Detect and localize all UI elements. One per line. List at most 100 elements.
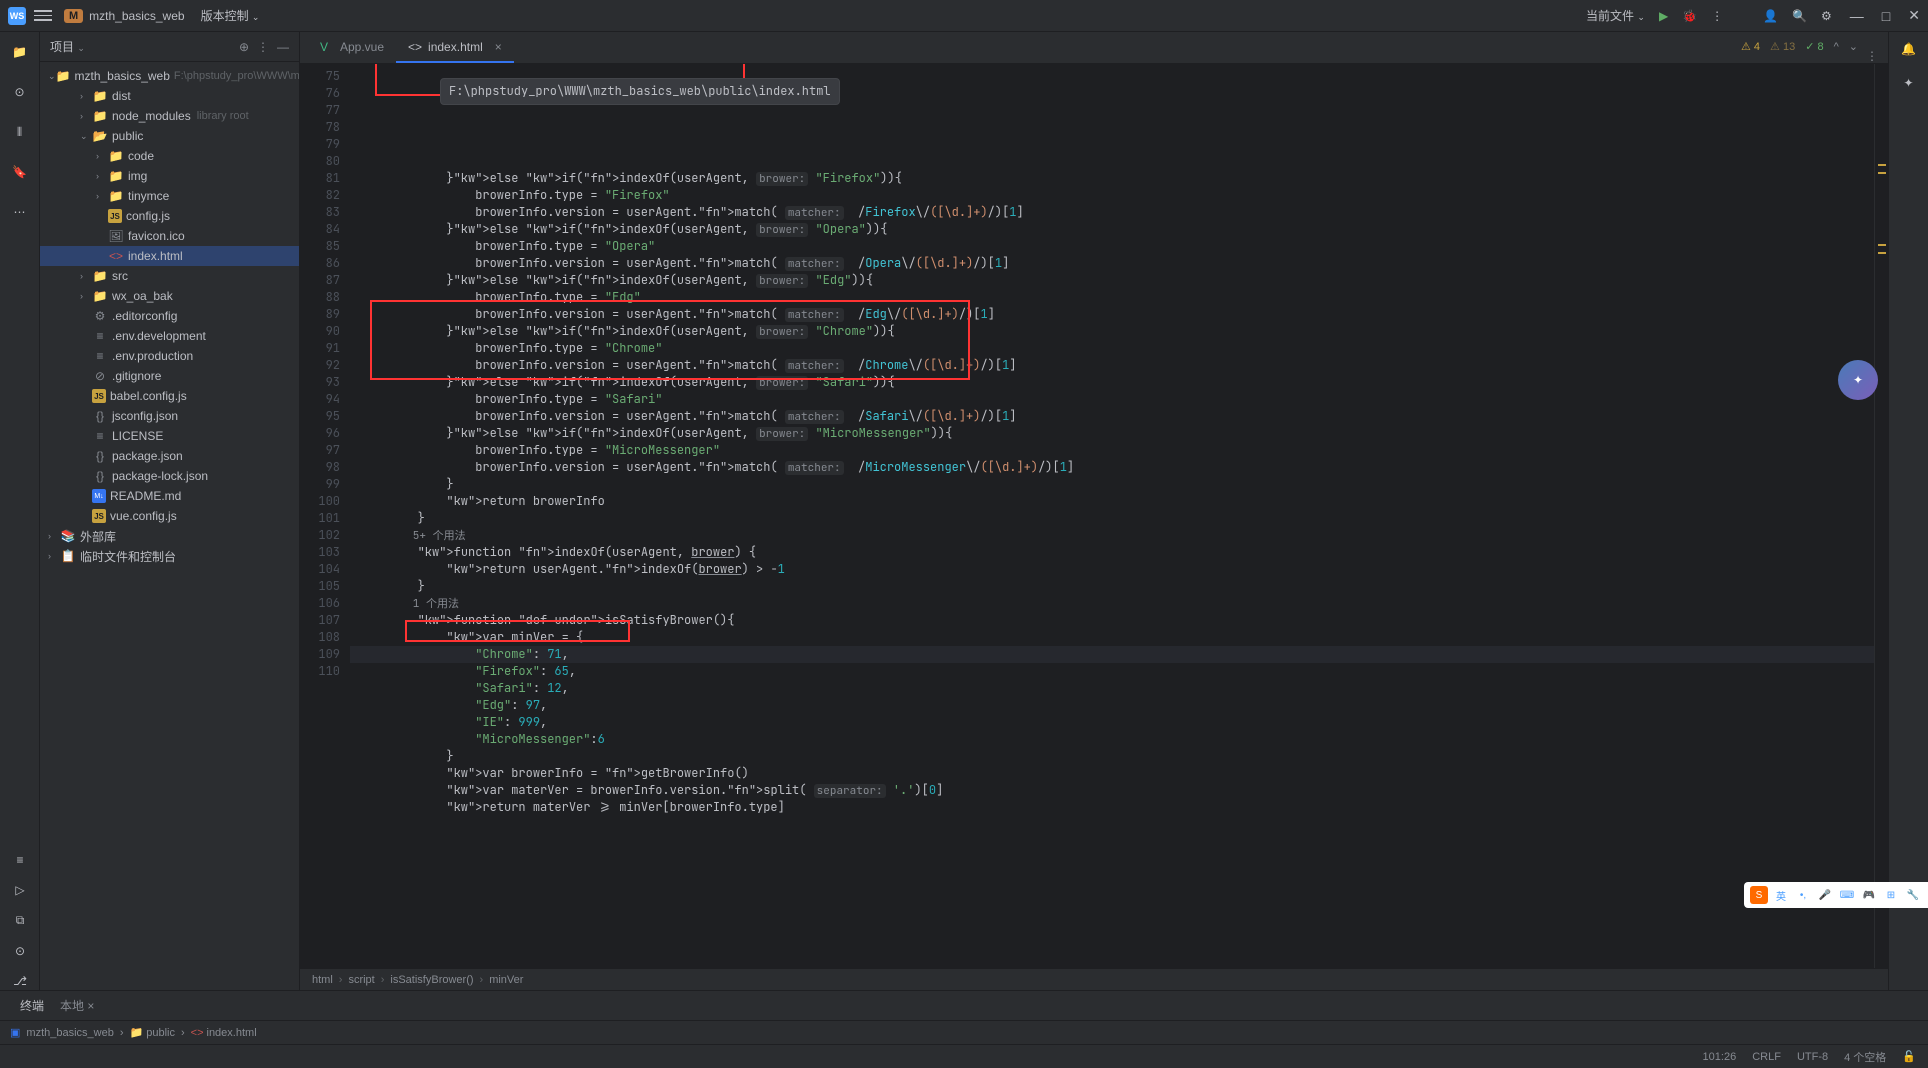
more-tools-icon[interactable]: ⋯ <box>10 202 30 222</box>
problems-icon[interactable]: ⊙ <box>15 944 25 958</box>
tree-item[interactable]: ⊘.gitignore <box>40 366 299 386</box>
project-tree[interactable]: ⌄📁 mzth_basics_web F:\phpstudy_pro\WWW\m… <box>40 62 299 990</box>
tree-item[interactable]: ›📁code <box>40 146 299 166</box>
breadcrumb-item[interactable]: minVer <box>489 974 523 986</box>
debug-icon[interactable]: 🐞 <box>1682 9 1697 23</box>
tree-item[interactable]: ›📁src <box>40 266 299 286</box>
code-with-me-icon[interactable]: 👤 <box>1763 9 1778 23</box>
run-tool-icon[interactable]: ▷ <box>15 883 24 897</box>
git-icon[interactable]: ⎇ <box>13 974 27 988</box>
todo-icon[interactable]: ≡ <box>16 853 23 867</box>
tree-root[interactable]: ⌄📁 mzth_basics_web F:\phpstudy_pro\WWW\m… <box>40 66 299 86</box>
project-sidebar: 项目 ⌄ ⊕ ⋮ — ⌄📁 mzth_basics_web F:\phpstud… <box>40 32 300 990</box>
local-tab[interactable]: 本地 × <box>52 993 102 1018</box>
titlebar: WS M mzth_basics_web 版本控制 ⌄ 当前文件 ⌄ ▶ 🐞 ⋮… <box>0 0 1928 32</box>
tree-item[interactable]: {}package.json <box>40 446 299 466</box>
commit-tool-icon[interactable]: ⊙ <box>10 82 30 102</box>
close-tab-icon[interactable]: × <box>495 40 502 54</box>
sidebar-title: 项目 ⌄ <box>50 38 231 55</box>
ime-tool-icon[interactable]: 🔧 <box>1904 886 1922 904</box>
nav-crumb[interactable]: <>index.html <box>191 1027 257 1039</box>
terminal-icon[interactable]: ⧉ <box>16 913 25 928</box>
tree-item[interactable]: <>index.html <box>40 246 299 266</box>
line-gutter[interactable]: 7576777879808182838485868788899091929394… <box>300 64 350 968</box>
editor-tab[interactable]: VApp.vue <box>308 33 396 63</box>
ide-logo: WS <box>8 7 26 25</box>
left-tool-rail: 📁 ⊙ ⫴ 🔖 ⋯ <box>0 32 40 990</box>
structure-tool-icon[interactable]: ⫴ <box>10 122 30 142</box>
tree-item[interactable]: JSbabel.config.js <box>40 386 299 406</box>
indent[interactable]: 4 个空格 <box>1844 1049 1886 1065</box>
settings-icon[interactable]: ⚙ <box>1821 9 1832 23</box>
tree-item[interactable]: JSconfig.js <box>40 206 299 226</box>
file-path-tooltip: F:\phpstudy_pro\WWW\mzth_basics_web\publ… <box>440 78 840 105</box>
ime-lang-icon[interactable]: 英 <box>1772 886 1790 904</box>
tree-item[interactable]: {}package-lock.json <box>40 466 299 486</box>
tree-item[interactable]: ›📁tinymce <box>40 186 299 206</box>
search-icon[interactable]: 🔍 <box>1792 9 1807 23</box>
run-config[interactable]: 当前文件 ⌄ <box>1586 7 1645 24</box>
tab-actions-icon[interactable]: ⋮ <box>1866 49 1878 63</box>
terminal-tab[interactable]: 终端 <box>12 993 52 1018</box>
hide-icon[interactable]: — <box>277 40 289 54</box>
nav-crumb[interactable]: mzth_basics_web <box>26 1027 113 1039</box>
inspections-widget[interactable]: ⚠ 4 ⚠ 13 ✓ 8 ^ ⌄ <box>1741 40 1858 53</box>
error-stripe[interactable] <box>1874 64 1888 968</box>
vcs-menu[interactable]: 版本控制 ⌄ <box>201 7 260 24</box>
close-icon[interactable]: ✕ <box>1908 7 1920 24</box>
run-icon[interactable]: ▶ <box>1659 9 1668 23</box>
ime-toolbar[interactable]: S 英 •, 🎤 ⌨ 🎮 ⊞ 🔧 <box>1744 882 1928 908</box>
breadcrumb-item[interactable]: script <box>348 974 374 986</box>
ime-logo-icon: S <box>1750 886 1768 904</box>
tree-item[interactable]: ≡.env.development <box>40 326 299 346</box>
breadcrumb-item[interactable]: html <box>312 974 333 986</box>
encoding[interactable]: UTF-8 <box>1797 1051 1828 1063</box>
ai-asst-icon[interactable]: ✦ <box>1903 76 1913 90</box>
external-libs[interactable]: ›📚外部库 <box>40 526 299 546</box>
project-tool-icon[interactable]: 📁 <box>10 42 30 62</box>
tree-item[interactable]: JSvue.config.js <box>40 506 299 526</box>
minimize-icon[interactable]: — <box>1850 8 1864 24</box>
select-opened-icon[interactable]: ⊕ <box>239 40 249 54</box>
main-menu-icon[interactable] <box>34 7 52 25</box>
editor-tab[interactable]: <>index.html× <box>396 33 514 63</box>
readonly-icon[interactable]: 🔓 <box>1902 1050 1916 1063</box>
ime-mic-icon[interactable]: 🎤 <box>1816 886 1834 904</box>
tree-item[interactable]: ⌄📂public <box>40 126 299 146</box>
nav-crumb[interactable]: 📁public <box>130 1026 175 1039</box>
ai-assistant-badge[interactable]: ✦ <box>1838 360 1878 400</box>
tree-item[interactable]: ≡.env.production <box>40 346 299 366</box>
bookmarks-tool-icon[interactable]: 🔖 <box>10 162 30 182</box>
project-name[interactable]: mzth_basics_web <box>89 9 184 23</box>
sidebar-header: 项目 ⌄ ⊕ ⋮ — <box>40 32 299 62</box>
collapse-icon[interactable]: ⋮ <box>257 40 269 54</box>
maximize-icon[interactable]: □ <box>1882 8 1890 24</box>
next-highlight-icon[interactable]: ⌄ <box>1849 40 1858 53</box>
ime-kb-icon[interactable]: ⌨ <box>1838 886 1856 904</box>
breadcrumb-item[interactable]: isSatisfyBrower() <box>390 974 473 986</box>
ime-apps-icon[interactable]: ⊞ <box>1882 886 1900 904</box>
tree-item[interactable]: ›📁dist <box>40 86 299 106</box>
tree-item[interactable]: M↓README.md <box>40 486 299 506</box>
bottom-panel: 终端 本地 × <box>0 990 1928 1020</box>
nav-bar[interactable]: ▣mzth_basics_web›📁public›<>index.html <box>0 1020 1928 1044</box>
editor-area: VApp.vue<>index.html× ⋮ 7576777879808182… <box>300 32 1888 990</box>
tree-item[interactable]: ›📁wx_oa_bak <box>40 286 299 306</box>
code-editor[interactable]: F:\phpstudy_pro\WWW\mzth_basics_web\publ… <box>350 64 1874 968</box>
editor-breadcrumb[interactable]: html›script›isSatisfyBrower()›minVer <box>300 968 1888 990</box>
tree-item[interactable]: {}jsconfig.json <box>40 406 299 426</box>
more-icon[interactable]: ⋮ <box>1711 9 1723 23</box>
prev-highlight-icon[interactable]: ^ <box>1834 41 1839 53</box>
ime-punct-icon[interactable]: •, <box>1794 886 1812 904</box>
tree-item[interactable]: ≡LICENSE <box>40 426 299 446</box>
notifications-icon[interactable]: 🔔 <box>1901 42 1916 56</box>
scratches[interactable]: ›📋临时文件和控制台 <box>40 546 299 566</box>
ime-skin-icon[interactable]: 🎮 <box>1860 886 1878 904</box>
tree-item[interactable]: ⚙.editorconfig <box>40 306 299 326</box>
line-sep[interactable]: CRLF <box>1752 1051 1781 1063</box>
caret-pos[interactable]: 101:26 <box>1703 1051 1737 1063</box>
tree-item[interactable]: ›📁node_moduleslibrary root <box>40 106 299 126</box>
tree-item[interactable]: 🖼favicon.ico <box>40 226 299 246</box>
tree-root-label: mzth_basics_web <box>75 69 170 83</box>
tree-item[interactable]: ›📁img <box>40 166 299 186</box>
